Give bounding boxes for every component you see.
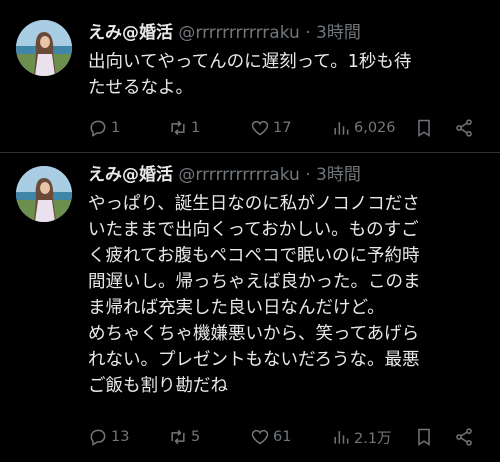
reply-button[interactable]: 1 bbox=[88, 116, 120, 140]
tweet-text: やっぱり、誕生日なのに私がノコノコださ いたままで出向くっておかしい。ものすご … bbox=[88, 194, 421, 396]
avatar[interactable] bbox=[16, 20, 72, 76]
tweet-actions: 1 1 17 6,026 bbox=[88, 116, 488, 140]
user-handle[interactable]: @rrrrrrrrrrraku bbox=[178, 23, 299, 43]
header-separator: · bbox=[305, 165, 311, 185]
reply-count: 1 bbox=[111, 120, 121, 136]
tweet-divider bbox=[0, 152, 500, 153]
retweet-button[interactable]: 5 bbox=[168, 425, 200, 449]
like-count: 17 bbox=[273, 120, 292, 136]
heart-icon bbox=[251, 429, 269, 445]
views-count: 2.1万 bbox=[354, 430, 392, 447]
retweet-icon bbox=[171, 120, 185, 136]
reply-icon bbox=[90, 120, 106, 137]
avatar[interactable] bbox=[16, 166, 72, 222]
share-icon bbox=[456, 119, 472, 137]
views-icon bbox=[334, 122, 349, 135]
views-count: 6,026 bbox=[354, 120, 396, 136]
retweet-count: 1 bbox=[191, 120, 201, 136]
retweet-count: 5 bbox=[191, 429, 201, 445]
like-button[interactable]: 61 bbox=[250, 425, 291, 449]
views-button[interactable]: 2.1万 bbox=[331, 425, 392, 449]
share-icon bbox=[456, 428, 472, 446]
retweet-button[interactable]: 1 bbox=[168, 116, 200, 140]
share-button[interactable] bbox=[454, 116, 474, 140]
reply-button[interactable]: 13 bbox=[88, 425, 129, 449]
avatar-image bbox=[16, 166, 72, 222]
tweet-header: えみ@婚活 @rrrrrrrrrrraku · 3時間 bbox=[88, 164, 361, 186]
display-name[interactable]: えみ@婚活 bbox=[88, 23, 173, 43]
like-button[interactable]: 17 bbox=[250, 116, 291, 140]
views-icon bbox=[334, 431, 349, 444]
retweet-icon bbox=[171, 429, 185, 445]
reply-count: 13 bbox=[111, 429, 130, 445]
share-button[interactable] bbox=[454, 425, 474, 449]
bookmark-icon bbox=[418, 119, 430, 137]
tweet-actions: 13 5 61 2.1万 bbox=[88, 425, 488, 449]
bookmark-icon bbox=[418, 428, 430, 446]
like-count: 61 bbox=[273, 429, 292, 445]
reply-icon bbox=[90, 429, 106, 446]
heart-icon bbox=[251, 120, 269, 136]
tweet[interactable]: えみ@婚活 @rrrrrrrrrrraku · 3時間 出向いてやってんのに遅刻… bbox=[0, 16, 500, 150]
tweet-text: 出向いてやってんのに遅刻って。1秒も待 たせるなよ。 bbox=[88, 52, 412, 98]
tweet-header: えみ@婚活 @rrrrrrrrrrraku · 3時間 bbox=[88, 22, 361, 44]
bookmark-button[interactable] bbox=[414, 116, 434, 140]
header-separator: · bbox=[305, 23, 311, 43]
timestamp[interactable]: 3時間 bbox=[316, 165, 361, 185]
bookmark-button[interactable] bbox=[414, 425, 434, 449]
user-handle[interactable]: @rrrrrrrrrrraku bbox=[178, 165, 299, 185]
timestamp[interactable]: 3時間 bbox=[316, 23, 361, 43]
tweet[interactable]: えみ@婚活 @rrrrrrrrrrraku · 3時間 やっぱり、誕生日なのに私… bbox=[0, 158, 500, 458]
views-button[interactable]: 6,026 bbox=[331, 116, 396, 140]
display-name[interactable]: えみ@婚活 bbox=[88, 165, 173, 185]
avatar-image bbox=[16, 20, 72, 76]
